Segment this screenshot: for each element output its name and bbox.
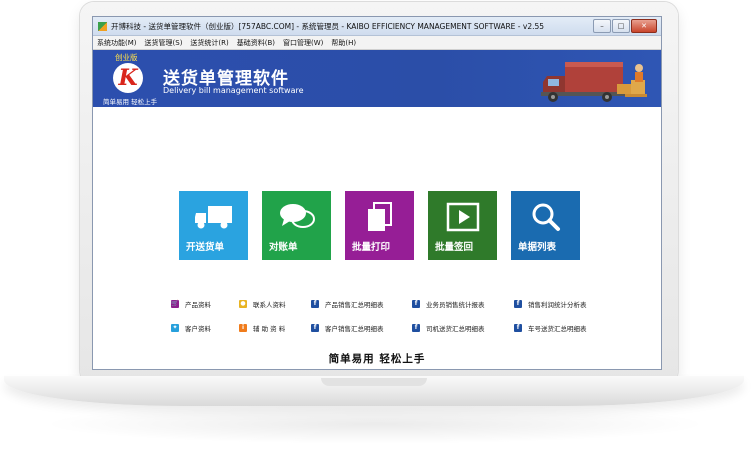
app-icon [98, 21, 107, 31]
tile-batch-print[interactable]: 批量打印 [345, 191, 414, 260]
report-icon: f [311, 323, 319, 332]
link-customer-data[interactable]: ✦ 客户资料 [171, 321, 239, 334]
window-controls: – □ ✕ [593, 19, 657, 33]
function-tiles: 开送货单 对账单 批量打印 批量签回 单据列表 [179, 191, 580, 260]
link-auxiliary-data[interactable]: i 辅 助 资 料 [239, 321, 311, 334]
delivery-truck-illustration [541, 62, 647, 102]
tile-label: 批量签回 [435, 242, 474, 253]
link-salesman-report[interactable]: f 业务员销售统计报表 [412, 297, 514, 310]
report-icon: f [514, 299, 522, 308]
tile-document-list[interactable]: 单据列表 [511, 191, 580, 260]
cart-icon: 🛒 [171, 299, 179, 308]
app-window: 开博科技 - 送货单管理软件（创业版）[757ABC.COM] - 系统管理员 … [92, 16, 662, 370]
report-icon: f [412, 323, 420, 332]
link-customer-sales-summary[interactable]: f 客户销售汇总明细表 [311, 321, 412, 334]
menu-system[interactable]: 系统功能(M) [93, 38, 141, 48]
documents-icon [345, 201, 414, 233]
minimize-button[interactable]: – [593, 19, 611, 33]
main-panel: 开送货单 对账单 批量打印 批量签回 单据列表 🛒 产品资料 ● 联系人资料 f… [93, 107, 661, 369]
edition-badge: 创业版 [115, 53, 138, 62]
menu-bar: 系统功能(M) 送货管理(S) 送货统计(R) 基础资料(B) 窗口管理(W) … [93, 36, 661, 50]
floor-shadow [40, 404, 710, 444]
link-row: 🛒 产品资料 ● 联系人资料 f 产品销售汇总明细表 f 业务员销售统计报表 f [171, 297, 606, 310]
bird-icon: ✦ [171, 323, 179, 332]
link-product-sales-summary[interactable]: f 产品销售汇总明细表 [311, 297, 412, 310]
play-icon [428, 201, 497, 233]
banner-slogan: 简单易用 轻松上手 [103, 98, 158, 106]
report-icon: f [412, 299, 420, 308]
link-row: ✦ 客户资料 i 辅 助 资 料 f 客户销售汇总明细表 f 司机送货汇总明细表… [171, 321, 606, 334]
contacts-icon: ● [239, 299, 247, 308]
laptop-notch [321, 378, 427, 386]
maximize-button[interactable]: □ [612, 19, 630, 33]
quick-links: 🛒 产品资料 ● 联系人资料 f 产品销售汇总明细表 f 业务员销售统计报表 f [171, 297, 606, 345]
header-banner: 创业版 K 简单易用 轻松上手 送货单管理软件 Delivery bill ma… [93, 50, 661, 107]
tile-create-delivery[interactable]: 开送货单 [179, 191, 248, 260]
footer-slogan: 简单易用 轻松上手 [328, 353, 426, 365]
tile-batch-signback[interactable]: 批量签回 [428, 191, 497, 260]
chat-bubbles-icon [262, 201, 331, 233]
tile-label: 批量打印 [352, 242, 391, 253]
tile-label: 开送货单 [186, 242, 225, 253]
report-icon: f [311, 299, 319, 308]
menu-statistics[interactable]: 送货统计(R) [186, 38, 232, 48]
tile-label: 对账单 [269, 242, 298, 253]
title-bar: 开博科技 - 送货单管理软件（创业版）[757ABC.COM] - 系统管理员 … [93, 17, 661, 36]
report-icon: f [514, 323, 522, 332]
menu-basic-data[interactable]: 基础资料(B) [233, 38, 279, 48]
menu-window[interactable]: 窗口管理(W) [279, 38, 327, 48]
close-button[interactable]: ✕ [631, 19, 657, 33]
tile-statement[interactable]: 对账单 [262, 191, 331, 260]
link-driver-delivery-summary[interactable]: f 司机送货汇总明细表 [412, 321, 514, 334]
menu-delivery[interactable]: 送货管理(S) [141, 38, 187, 48]
tile-label: 单据列表 [518, 242, 557, 253]
link-vehicle-delivery-summary[interactable]: f 车号送货汇总明细表 [514, 321, 606, 334]
link-profit-analysis[interactable]: f 销售利润统计分析表 [514, 297, 606, 310]
link-contact-data[interactable]: ● 联系人资料 [239, 297, 311, 310]
magnifier-icon [511, 201, 580, 233]
app-name-english: Delivery bill management software [163, 86, 304, 95]
truck-icon [179, 201, 248, 233]
info-icon: i [239, 323, 247, 332]
window-title: 开博科技 - 送货单管理软件（创业版）[757ABC.COM] - 系统管理员 … [111, 21, 545, 31]
menu-help[interactable]: 帮助(H) [327, 38, 360, 48]
link-product-data[interactable]: 🛒 产品资料 [171, 297, 239, 310]
brand-logo: K [113, 63, 143, 93]
